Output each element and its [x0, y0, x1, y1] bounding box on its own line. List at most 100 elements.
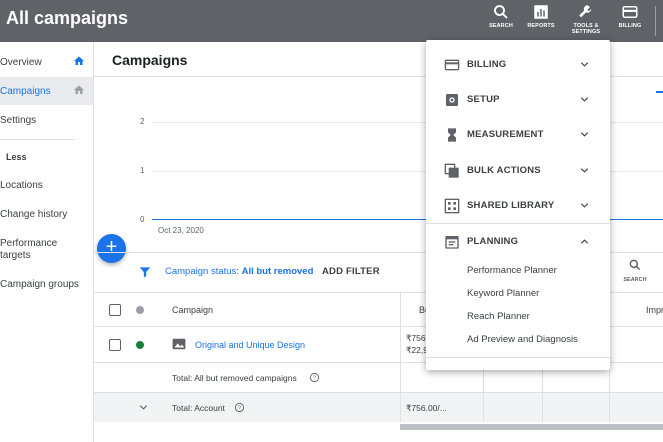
menu-item-reach-planner[interactable]: Reach Planner [467, 311, 530, 322]
menu-section-label: BULK ACTIONS [467, 165, 541, 176]
sidebar-item-settings[interactable]: Settings [0, 106, 93, 134]
tools-settings-label: TOOLS & SETTINGS [571, 23, 601, 35]
library-icon [444, 198, 460, 214]
menu-section-bulk-actions[interactable]: BULK ACTIONS [426, 153, 610, 189]
sidebar-item-overview[interactable]: Overview [0, 48, 93, 76]
column-header-campaign[interactable]: Campaign [172, 305, 213, 315]
legend-marker [656, 91, 663, 93]
menu-item-ad-preview[interactable]: Ad Preview and Diagnosis [467, 334, 578, 345]
menu-divider [426, 357, 610, 358]
menu-section-measurement[interactable]: MEASUREMENT [426, 117, 610, 153]
sidebar-item-label: Settings [0, 115, 37, 126]
sidebar-item-campaign-groups[interactable]: Campaign groups [0, 274, 93, 302]
billing-button[interactable]: BILLING [610, 3, 650, 29]
sidebar-item-locations[interactable]: Locations [0, 175, 93, 203]
menu-section-label: PLANNING [467, 236, 519, 247]
page-title: All campaigns [6, 8, 129, 28]
tools-settings-menu: BILLING SETUP MEASUREMENT BULK ACTIONS S… [426, 40, 610, 370]
select-all-checkbox[interactable] [109, 304, 121, 316]
sidebar-item-label: Campaigns [0, 86, 51, 97]
help-icon[interactable]: ? [234, 402, 245, 413]
column-header-impr[interactable]: Impr [646, 305, 663, 315]
account-total-label: Total: Account [172, 403, 225, 413]
sidebar: Overview Campaigns Settings Less Locatio… [0, 42, 94, 442]
sidebar-item-label: Locations [0, 180, 43, 191]
header-divider [655, 6, 656, 36]
sidebar-item-campaigns[interactable]: Campaigns [0, 77, 93, 105]
budget-value-secondary: ₹22,9 [406, 345, 428, 355]
y-tick-label: 1 [140, 166, 145, 175]
sidebar-item-label: Campaign groups [0, 279, 79, 290]
sidebar-item-label: Change history [0, 209, 68, 220]
top-bar: All campaigns SEARCH REPORTS TOOLS & SET… [0, 0, 663, 42]
filter-value: All but removed [241, 266, 314, 277]
menu-section-label: SETUP [467, 94, 500, 105]
table-search-button[interactable]: SEARCH [620, 258, 650, 283]
sidebar-item-label: Less [6, 152, 27, 162]
chevron-up-icon [580, 239, 589, 244]
menu-section-label: SHARED LIBRARY [467, 200, 555, 211]
row-checkbox[interactable] [109, 339, 121, 351]
y-tick-label: 0 [140, 215, 145, 224]
menu-item-performance-planner[interactable]: Performance Planner [467, 265, 557, 276]
chevron-down-icon [580, 97, 589, 102]
image-icon [172, 338, 186, 350]
account-budget-value: ₹756.00/... [406, 403, 447, 413]
billing-button-label: BILLING [618, 23, 642, 29]
home-icon [74, 56, 84, 65]
section-title: Campaigns [112, 52, 188, 68]
campaign-name-link[interactable]: Original and Unique Design [195, 340, 305, 350]
chevron-down-icon [580, 203, 589, 208]
hourglass-icon [448, 128, 456, 142]
campaign-status-filter[interactable]: Campaign status: All but removed [165, 266, 313, 277]
wrench-icon [579, 5, 592, 18]
status-enabled-dot[interactable] [136, 341, 144, 349]
svg-text:?: ? [238, 405, 241, 411]
menu-section-setup[interactable]: SETUP [426, 82, 610, 118]
chevron-down-icon [580, 168, 589, 173]
calendar-icon [445, 236, 459, 249]
column-divider [400, 292, 401, 422]
svg-text:?: ? [313, 375, 316, 381]
search-icon [629, 259, 641, 271]
search-button[interactable]: SEARCH [481, 3, 521, 29]
sidebar-item-performance-targets[interactable]: Performance targets [0, 234, 93, 268]
sidebar-item-change-history[interactable]: Change history [0, 204, 93, 232]
reports-button[interactable]: REPORTS [521, 3, 561, 29]
sidebar-divider [0, 139, 75, 140]
menu-item-keyword-planner[interactable]: Keyword Planner [467, 288, 539, 299]
reports-button-label: REPORTS [527, 23, 555, 29]
help-icon[interactable]: ? [309, 372, 320, 383]
sidebar-item-label: Performance targets [0, 238, 58, 261]
reports-icon [534, 5, 548, 19]
table-search-label: SEARCH [623, 277, 647, 283]
card-icon [444, 59, 460, 71]
add-filter-button[interactable]: ADD FILTER [322, 266, 380, 277]
menu-section-label: BILLING [467, 59, 507, 70]
search-button-label: SEARCH [489, 23, 513, 29]
y-tick-label: 2 [140, 117, 145, 126]
copy-icon [444, 163, 459, 178]
budget-value: ₹756 [406, 333, 426, 343]
chevron-down-icon [580, 132, 589, 137]
chevron-down-icon[interactable] [138, 402, 149, 413]
total-row-label: Total: All but removed campaigns [172, 373, 297, 383]
home-icon [74, 85, 84, 94]
sidebar-item-label: Overview [0, 57, 42, 68]
sidebar-less-toggle[interactable]: Less [0, 146, 93, 170]
table-account-total-row: Total: Account ? ₹756.00/... [94, 392, 663, 422]
status-column-icon [136, 306, 144, 314]
filter-icon[interactable] [138, 265, 152, 279]
card-icon [622, 6, 638, 18]
menu-section-label: MEASUREMENT [467, 129, 544, 140]
menu-section-planning[interactable]: PLANNING [426, 224, 610, 260]
filter-prefix: Campaign status: [165, 266, 242, 277]
tools-settings-button[interactable]: TOOLS & SETTINGS [566, 3, 606, 35]
x-tick-label: Oct 23, 2020 [158, 226, 204, 235]
horizontal-scrollbar[interactable] [400, 424, 663, 430]
search-icon [494, 5, 508, 19]
menu-section-billing[interactable]: BILLING [426, 47, 610, 83]
chevron-down-icon [580, 62, 589, 67]
setup-icon [446, 94, 458, 106]
menu-section-shared-library[interactable]: SHARED LIBRARY [426, 188, 610, 224]
